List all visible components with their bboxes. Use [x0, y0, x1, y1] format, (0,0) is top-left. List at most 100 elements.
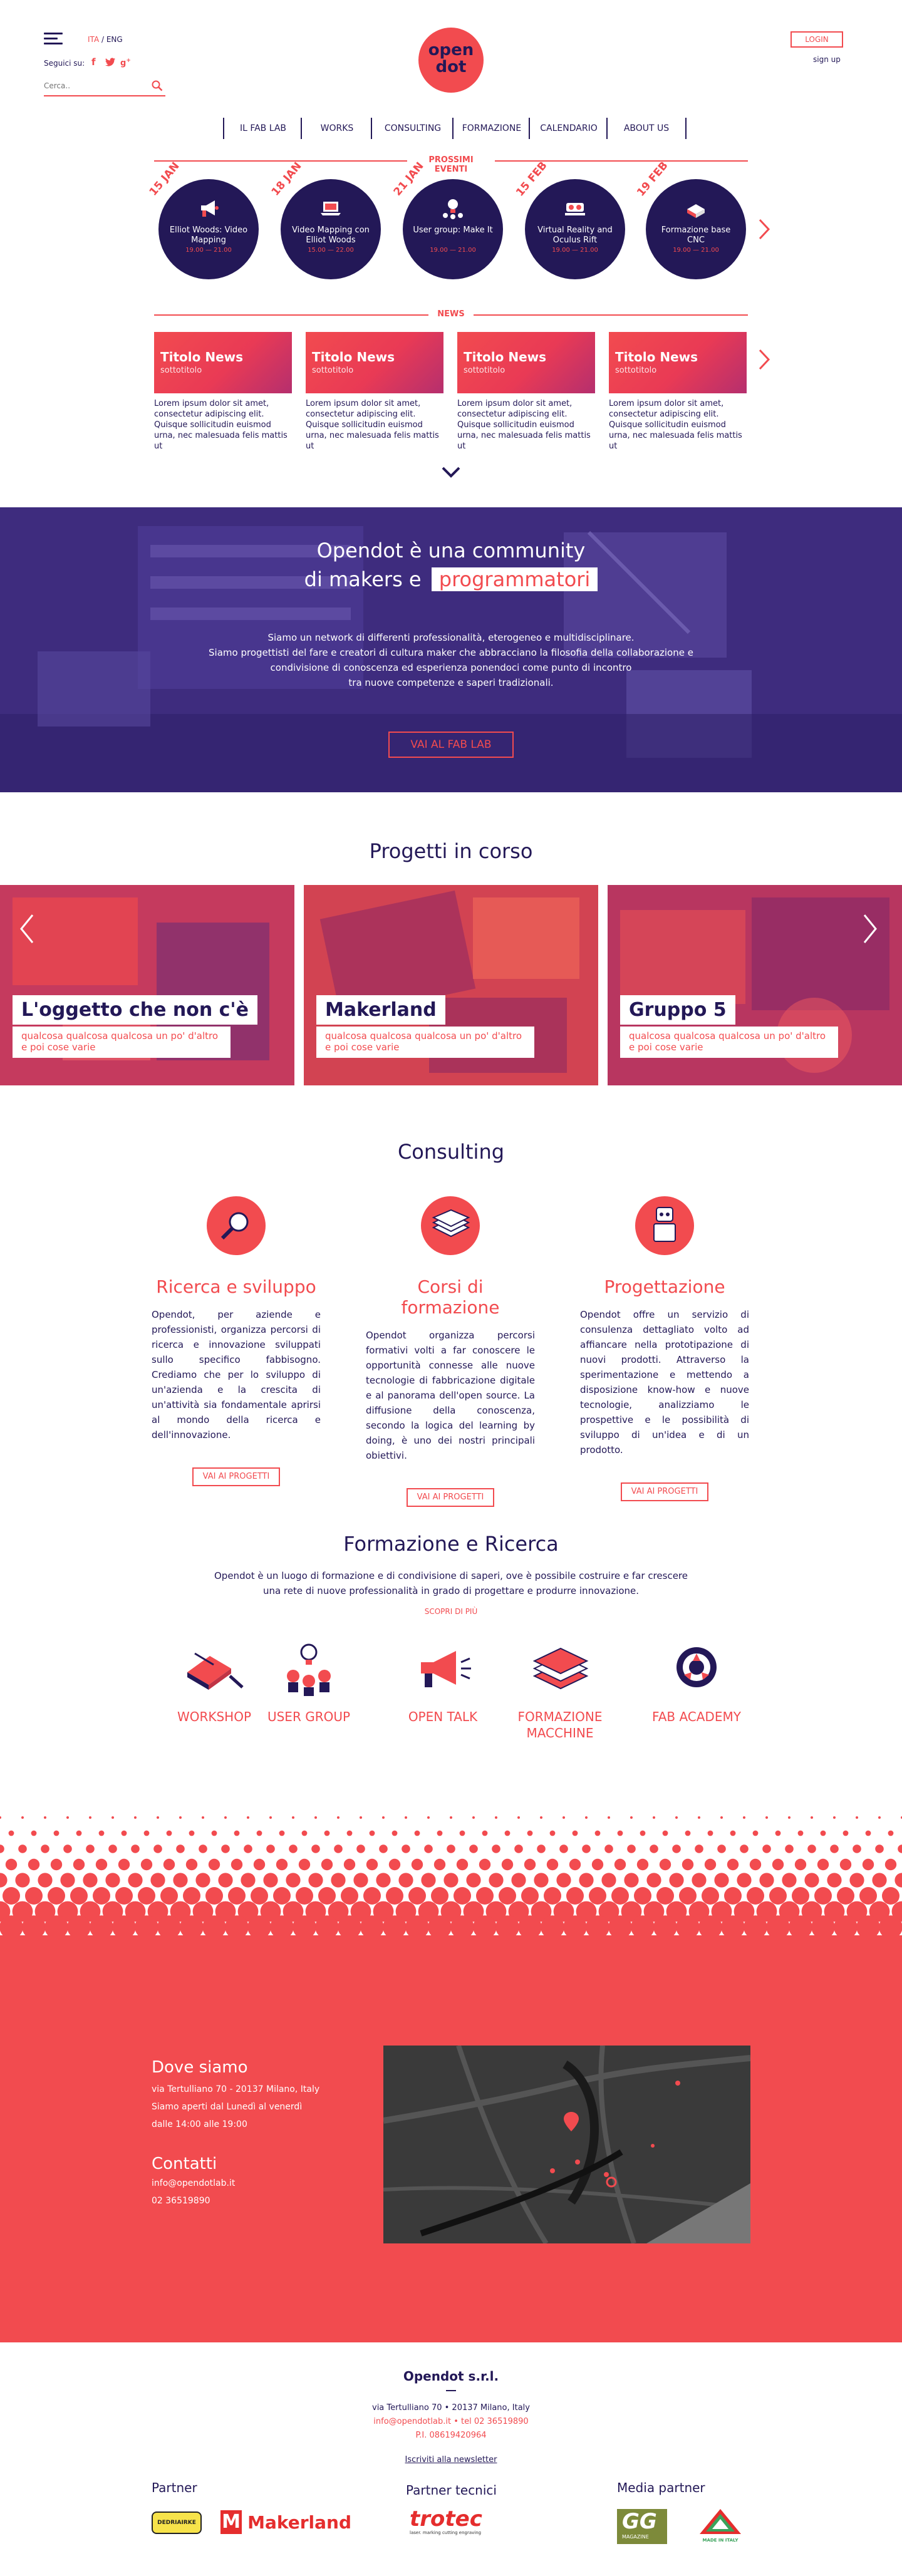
event-card[interactable]: 21 JAN User group: Make It 19.00 — 21.00	[391, 160, 503, 279]
pattern-dot	[5, 1858, 18, 1871]
formazione-item-opentalk[interactable]: OPEN TALK	[393, 1641, 493, 1725]
event-card[interactable]: 19 FEB Formazione base CNC 19.00 — 21.00	[635, 159, 746, 279]
pattern-dot	[695, 1844, 703, 1853]
gg-magazine: MAGAZINE	[622, 2534, 649, 2540]
pattern-dot	[466, 1873, 481, 1888]
pattern-dot	[195, 1873, 210, 1888]
pattern-dot	[143, 1830, 150, 1836]
search-input[interactable]	[44, 79, 144, 93]
nav-item-fablab[interactable]: IL FAB LAB	[223, 118, 302, 139]
consulting-column: Ricerca e sviluppo Opendot, per aziende …	[152, 1196, 321, 1486]
cnc-machine-icon	[687, 204, 705, 218]
events-next-arrow-icon[interactable]	[758, 218, 770, 241]
media-partner-logo-gg[interactable]: GG MAGAZINE	[617, 2509, 667, 2544]
megaphone-icon	[201, 200, 219, 217]
pattern-dot	[524, 1858, 536, 1871]
formazione-item-formazione-macchine[interactable]: FORMAZIONE MACCHINE	[510, 1641, 610, 1741]
news-card[interactable]: Titolo News sottotitolo Lorem ipsum dolo…	[609, 332, 747, 452]
news-image: Titolo News sottotitolo	[457, 332, 595, 393]
login-button[interactable]: LOGIN	[791, 31, 843, 48]
consulting-column: Corsi di formazione Opendot organizza pe…	[366, 1196, 535, 1507]
pattern-dot	[749, 1858, 762, 1871]
event-card[interactable]: 15 FEB Virtual Reality and Oculus Rift 1…	[514, 159, 625, 279]
news-card[interactable]: Titolo News sottotitolo Lorem ipsum dolo…	[457, 332, 595, 452]
consulting-column: Progettazione Opendot offre un servizio …	[580, 1196, 749, 1501]
pattern-dot	[228, 1887, 246, 1905]
lang-eng-link[interactable]: ENG	[106, 35, 123, 44]
media-partner-logo-madeinitaly[interactable]: MADE IN ITALY	[695, 2508, 745, 2545]
location-map[interactable]	[383, 2046, 750, 2243]
facebook-icon[interactable]: f	[91, 56, 96, 68]
nav-item-formazione[interactable]: FORMAZIONE	[452, 118, 530, 139]
pattern-dot	[234, 1830, 240, 1836]
pattern-dot	[849, 1873, 864, 1888]
nav-item-aboutus[interactable]: ABOUT US	[606, 118, 687, 139]
pattern-dot	[692, 1873, 707, 1888]
pattern-dot	[646, 1873, 661, 1888]
view-projects-button[interactable]: VAI AI PROGETTI	[621, 1482, 708, 1501]
footer-vat: P.I. 08619420964	[415, 2431, 487, 2440]
pattern-dot	[38, 1873, 53, 1888]
signup-link[interactable]: sign up	[813, 55, 841, 64]
news-text: Lorem ipsum dolor sit amet, consectetur …	[306, 399, 439, 451]
formazione-text-line1: Opendot è un luogo di formazione e di co…	[214, 1570, 688, 1581]
pattern-dot	[717, 1844, 726, 1853]
pattern-dot	[679, 1887, 697, 1905]
pattern-dot	[0, 1816, 1, 1819]
formazione-item-fabacademy[interactable]: FAB ACADEMY	[646, 1641, 747, 1725]
nav-item-calendario[interactable]: CALENDARIO	[529, 118, 608, 139]
news-subtitle: sottotitolo	[615, 366, 657, 375]
search-icon[interactable]	[152, 80, 163, 91]
pattern-dot	[878, 1816, 881, 1819]
pattern-dot	[247, 1816, 249, 1819]
googleplus-icon[interactable]: g+	[120, 58, 131, 68]
menu-icon[interactable]	[44, 33, 63, 48]
project-card[interactable]: L'oggetto che non c'è qualcosa qualcosa …	[0, 885, 294, 1085]
view-projects-button[interactable]: VAI AI PROGETTI	[192, 1467, 280, 1486]
pattern-dot	[614, 1858, 626, 1871]
partner-logo-makerland[interactable]: M Makerland	[220, 2510, 351, 2535]
discover-more-link[interactable]: SCOPRI DI PIÙ	[0, 1607, 902, 1616]
pattern-dot	[853, 1844, 861, 1853]
news-next-arrow-icon[interactable]	[758, 348, 770, 371]
lang-ita-link[interactable]: ITA	[88, 35, 99, 44]
pattern-dot	[8, 1830, 14, 1836]
event-card[interactable]: 18 JAN Video Mapping con Elliot Woods 15…	[269, 160, 381, 279]
pattern-dot	[640, 1830, 646, 1836]
project-card[interactable]: Gruppo 5 qualcosa qualcosa qualcosa un p…	[608, 885, 902, 1085]
formazione-item-workshop[interactable]: WORKSHOP	[164, 1641, 264, 1725]
event-card[interactable]: 15 JAN Elliot Woods: Video Mapping 19.00…	[147, 160, 259, 279]
pattern-dot	[476, 1887, 494, 1905]
projects-next-arrow-icon[interactable]	[862, 913, 878, 944]
newsletter-link[interactable]: Iscriviti alla newsletter	[0, 2455, 902, 2465]
partner-logo-1[interactable]: DEDRIAIRKE	[152, 2511, 202, 2534]
news-card[interactable]: Titolo News sottotitolo Lorem ipsum dolo…	[154, 332, 292, 452]
footer-details: via Tertulliano 70 • 20137 Milano, Italy…	[0, 2401, 902, 2443]
nav-item-consulting[interactable]: CONSULTING	[371, 118, 454, 139]
pattern-dot	[76, 1830, 82, 1836]
twitter-icon[interactable]	[105, 58, 115, 66]
pattern-dot	[356, 1844, 365, 1853]
scroll-down-chevron-icon[interactable]	[441, 466, 461, 478]
fablab-button[interactable]: VAI AL FAB LAB	[388, 732, 514, 758]
project-card[interactable]: Makerland qualcosa qualcosa qualcosa un …	[304, 885, 598, 1085]
pattern-dot	[31, 1830, 37, 1836]
trotec-name: trotec	[410, 2506, 482, 2532]
contact-email[interactable]: info@opendotlab.it	[152, 2178, 319, 2188]
tech-partner-logo-trotec[interactable]: trotec laser. marking cutting engraving	[410, 2508, 482, 2535]
formazione-item-usergroup[interactable]: USER GROUP	[259, 1641, 359, 1725]
event-date: 15 FEB	[514, 159, 550, 199]
pattern-dot	[256, 1830, 262, 1836]
projects-prev-arrow-icon[interactable]	[19, 913, 35, 944]
view-projects-button[interactable]: VAI AI PROGETTI	[407, 1488, 494, 1507]
news-card[interactable]: Titolo News sottotitolo Lorem ipsum dolo…	[306, 332, 443, 452]
logo[interactable]: open dot	[418, 28, 484, 93]
pattern-dot	[579, 1873, 594, 1888]
pattern-dot	[650, 1844, 658, 1853]
nav-item-works[interactable]: WORKS	[301, 118, 372, 139]
event-title: Video Mapping con Elliot Woods	[292, 225, 370, 245]
pattern-dot	[363, 1887, 381, 1905]
search-bar[interactable]	[44, 79, 165, 96]
pattern-dot	[546, 1858, 559, 1871]
pattern-dot	[15, 1873, 30, 1888]
